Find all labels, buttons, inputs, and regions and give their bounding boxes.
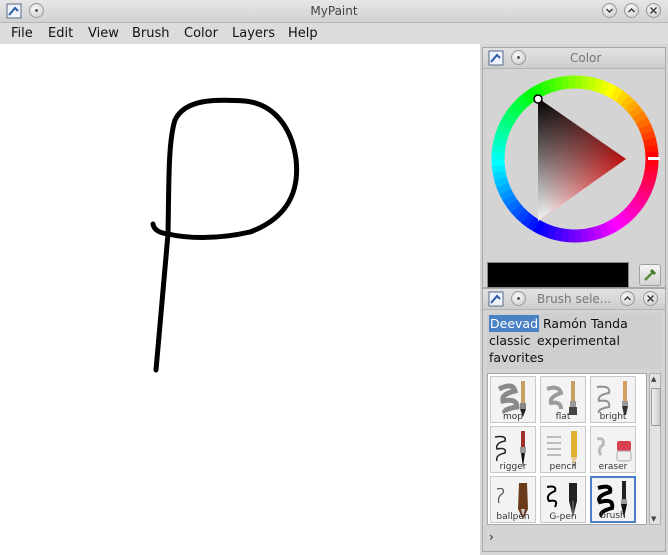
eyedropper-icon xyxy=(644,268,657,281)
brush-group-ramon[interactable]: Ramón xyxy=(543,315,587,332)
menu-layers[interactable]: Layers xyxy=(232,26,275,41)
brush-group-classic[interactable]: classic xyxy=(489,332,530,349)
panel-icon[interactable] xyxy=(488,291,504,307)
color-panel-header: Color xyxy=(483,48,665,69)
brush-selector-panel: Brush sele... Deevad Ramón Tanda classic… xyxy=(482,288,666,552)
menu-bar: File Edit View Brush Color Layers Help xyxy=(0,23,668,44)
panel-close-button[interactable] xyxy=(643,291,658,306)
panel-menu-button[interactable] xyxy=(511,291,526,306)
scroll-down-icon[interactable]: ▼ xyxy=(651,515,656,523)
panel-icon[interactable] xyxy=(488,50,504,66)
window-title: MyPaint xyxy=(310,4,358,18)
scroll-up-icon[interactable]: ▲ xyxy=(651,375,656,383)
color-picker-button[interactable] xyxy=(639,264,661,286)
brush-rigger[interactable]: rigger xyxy=(490,426,536,473)
menu-help[interactable]: Help xyxy=(288,26,318,41)
maximize-button[interactable] xyxy=(624,3,639,18)
menu-edit[interactable]: Edit xyxy=(48,26,73,41)
brush-scrollbar[interactable]: ▲ ▼ xyxy=(649,373,661,525)
brush-group-favorites[interactable]: favorites xyxy=(489,349,544,366)
chevron-up-icon xyxy=(624,296,631,301)
close-icon xyxy=(650,7,657,14)
menu-view[interactable]: View xyxy=(88,26,119,41)
chevron-down-icon xyxy=(606,8,613,13)
scrollbar-thumb[interactable] xyxy=(651,388,661,426)
title-bar: MyPaint xyxy=(0,0,668,23)
close-button[interactable] xyxy=(646,3,661,18)
color-wheel[interactable] xyxy=(486,72,664,250)
brush-eraser[interactable]: eraser xyxy=(590,426,636,473)
expander-arrow-icon[interactable]: › xyxy=(489,530,494,544)
brush-flat[interactable]: flat xyxy=(540,376,586,423)
panel-menu-button[interactable] xyxy=(511,50,526,65)
color-panel: Color xyxy=(482,47,666,288)
brush-g-pen[interactable]: G-pen xyxy=(540,476,586,523)
brush-mop[interactable]: mop xyxy=(490,376,536,423)
brush-groups: Deevad Ramón Tanda classic experimental … xyxy=(487,313,661,369)
brush-grid: mop flat bright rigger pencil eraser bal… xyxy=(487,373,647,525)
brush-group-tanda[interactable]: Tanda xyxy=(591,315,628,332)
paint-stroke xyxy=(150,97,300,373)
brush-group-experimental[interactable]: experimental xyxy=(537,332,620,349)
panel-collapse-button[interactable] xyxy=(620,291,635,306)
color-panel-title: Color xyxy=(570,51,602,65)
value-marker[interactable] xyxy=(533,94,543,104)
brush-bright[interactable]: bright xyxy=(590,376,636,423)
brush-ballpen[interactable]: ballpen xyxy=(490,476,536,523)
menu-color[interactable]: Color xyxy=(184,26,218,41)
brush-pencil[interactable]: pencil xyxy=(540,426,586,473)
brush-panel-header: Brush sele... xyxy=(483,289,665,310)
current-color-swatch xyxy=(487,262,629,288)
hue-marker[interactable] xyxy=(648,157,660,160)
chevron-up-icon xyxy=(628,8,635,13)
menu-brush[interactable]: Brush xyxy=(132,26,170,41)
close-icon xyxy=(647,295,654,302)
brush-group-deevad[interactable]: Deevad xyxy=(489,315,539,332)
menu-file[interactable]: File xyxy=(11,26,33,41)
brush-ink-brush[interactable]: brush xyxy=(590,476,636,523)
brush-panel-title: Brush sele... xyxy=(537,292,612,306)
minimize-button[interactable] xyxy=(602,3,617,18)
drawing-canvas[interactable] xyxy=(0,44,480,555)
